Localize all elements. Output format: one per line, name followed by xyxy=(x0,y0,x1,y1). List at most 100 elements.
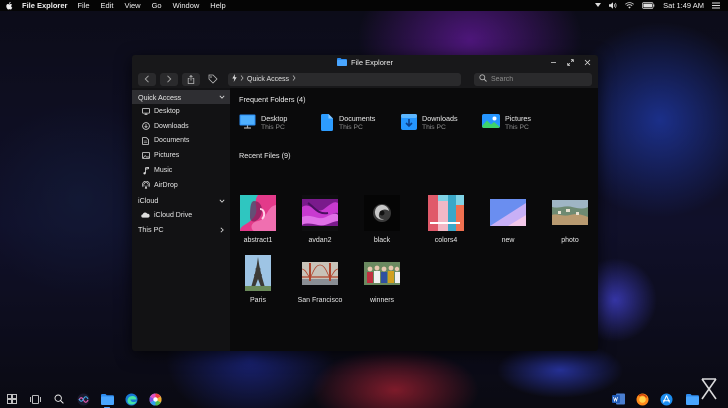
file-thumbnail xyxy=(302,255,338,291)
menu-help[interactable]: Help xyxy=(210,1,225,10)
task-view-icon[interactable] xyxy=(28,392,42,406)
sidebar-item-icloud-drive[interactable]: iCloud Drive xyxy=(132,208,230,223)
chevron-down-icon[interactable] xyxy=(219,93,225,102)
file-name: black xyxy=(373,237,391,244)
search-taskbar-icon[interactable] xyxy=(52,392,66,406)
sidebar-item-music[interactable]: Music xyxy=(132,163,230,178)
frequent-folders-title: Frequent Folders (4) xyxy=(239,95,306,104)
folder-desktop[interactable]: Desktop This PC xyxy=(239,114,320,137)
search-icon xyxy=(479,74,487,84)
file-black[interactable]: black xyxy=(352,195,412,244)
file-winners[interactable]: winners xyxy=(352,255,412,304)
folder-taskbar-icon[interactable] xyxy=(685,392,699,406)
file-thumbnail xyxy=(490,195,526,231)
menu-window[interactable]: Window xyxy=(173,1,200,10)
sidebar-item-desktop[interactable]: Desktop xyxy=(132,104,230,119)
chevron-right-icon xyxy=(167,75,172,83)
sidebar-section-icloud[interactable]: iCloud xyxy=(132,194,230,208)
volume-icon[interactable] xyxy=(609,2,617,9)
folder-location: This PC xyxy=(505,124,529,131)
address-bar[interactable]: Quick Access xyxy=(228,72,461,86)
battery-icon[interactable] xyxy=(642,2,655,9)
folder-downloads[interactable]: Downloads This PC xyxy=(401,114,482,137)
dropdown-icon[interactable] xyxy=(595,3,602,8)
folder-name: Desktop xyxy=(261,114,288,123)
breadcrumb-quick-access[interactable]: Quick Access xyxy=(247,76,289,83)
chevron-down-icon[interactable] xyxy=(219,197,225,206)
sidebar-item-label: Downloads xyxy=(154,122,189,130)
folder-name: Pictures xyxy=(505,114,531,123)
desktop-folder-icon xyxy=(239,114,256,131)
edge-browser-icon[interactable] xyxy=(124,392,138,406)
menu-file[interactable]: File xyxy=(77,1,89,10)
chevron-right-icon[interactable] xyxy=(219,226,225,235)
file-name: avdan2 xyxy=(308,237,332,244)
pictures-folder-icon xyxy=(482,114,500,130)
chevron-left-icon xyxy=(144,75,149,83)
share-button[interactable] xyxy=(182,72,200,86)
app-store-icon[interactable] xyxy=(659,392,673,406)
color-picker-icon[interactable] xyxy=(148,392,162,406)
sidebar-item-downloads[interactable]: Downloads xyxy=(132,119,230,134)
channel-watermark-icon xyxy=(701,378,717,400)
sidebar-section-label: This PC xyxy=(138,225,164,235)
search-input[interactable] xyxy=(491,75,581,83)
file-abstract1[interactable]: abstract1 xyxy=(228,195,288,244)
menu-go[interactable]: Go xyxy=(152,1,162,10)
minimize-icon[interactable] xyxy=(548,57,558,67)
folder-location: This PC xyxy=(261,124,285,131)
title-bar[interactable]: File Explorer xyxy=(132,55,598,70)
sidebar-section-this-pc[interactable]: This PC xyxy=(132,223,230,237)
taskbar xyxy=(0,390,728,408)
folder-documents[interactable]: Documents This PC xyxy=(320,114,401,137)
downloads-icon xyxy=(141,122,150,131)
file-avdan2[interactable]: avdan2 xyxy=(290,195,350,244)
folder-pictures[interactable]: Pictures This PC xyxy=(482,114,563,137)
file-thumbnail xyxy=(240,255,276,291)
file-thumbnail xyxy=(364,195,400,231)
desktop-icon xyxy=(141,107,150,116)
file-explorer-taskbar-icon[interactable] xyxy=(100,392,114,408)
pictures-icon xyxy=(141,151,150,160)
sidebar-item-airdrop[interactable]: AirDrop xyxy=(132,178,230,193)
forward-button[interactable] xyxy=(160,72,178,86)
main-content: Frequent Folders (4) Desktop This PC Doc… xyxy=(230,88,598,351)
sidebar-section-quick-access[interactable]: Quick Access xyxy=(132,90,230,104)
breadcrumb-chevron-icon xyxy=(240,75,244,83)
clock[interactable]: Sat 1:49 AM xyxy=(663,1,704,10)
file-name: San Francisco xyxy=(297,297,343,304)
sidebar-item-documents[interactable]: Documents xyxy=(132,134,230,149)
back-button[interactable] xyxy=(138,72,156,86)
sidebar-item-label: AirDrop xyxy=(154,181,178,189)
fullscreen-icon[interactable] xyxy=(565,57,575,67)
file-colors4[interactable]: colors4 xyxy=(416,195,476,244)
file-name: new xyxy=(501,237,515,244)
tag-button[interactable] xyxy=(204,73,222,86)
hamburger-menu-icon[interactable] xyxy=(712,2,720,9)
siri-icon[interactable] xyxy=(76,392,90,406)
file-thumbnail xyxy=(552,195,588,231)
file-paris[interactable]: Paris xyxy=(228,255,288,304)
airdrop-icon xyxy=(141,181,150,190)
word-icon[interactable] xyxy=(611,392,625,406)
share-icon xyxy=(187,74,195,84)
recent-files-title: Recent Files (9) xyxy=(239,151,291,160)
file-san-francisco[interactable]: San Francisco xyxy=(290,255,350,304)
menu-edit[interactable]: Edit xyxy=(101,1,114,10)
tag-icon xyxy=(208,74,218,84)
active-app-name[interactable]: File Explorer xyxy=(22,1,67,10)
file-photo[interactable]: photo xyxy=(540,195,598,244)
file-new[interactable]: new xyxy=(478,195,538,244)
windows-start-icon[interactable] xyxy=(5,392,19,406)
file-thumbnail xyxy=(302,195,338,231)
firefox-icon[interactable] xyxy=(635,392,649,406)
close-icon[interactable] xyxy=(582,57,592,67)
sidebar-item-pictures[interactable]: Pictures xyxy=(132,148,230,163)
apple-menu-icon[interactable] xyxy=(6,1,16,10)
menu-view[interactable]: View xyxy=(124,1,140,10)
wifi-icon[interactable] xyxy=(625,2,635,9)
search-box[interactable] xyxy=(474,72,592,86)
quick-access-bolt-icon xyxy=(232,74,237,84)
menu-bar: File Explorer File Edit View Go Window H… xyxy=(0,0,728,11)
sidebar-section-label: iCloud xyxy=(138,196,159,206)
